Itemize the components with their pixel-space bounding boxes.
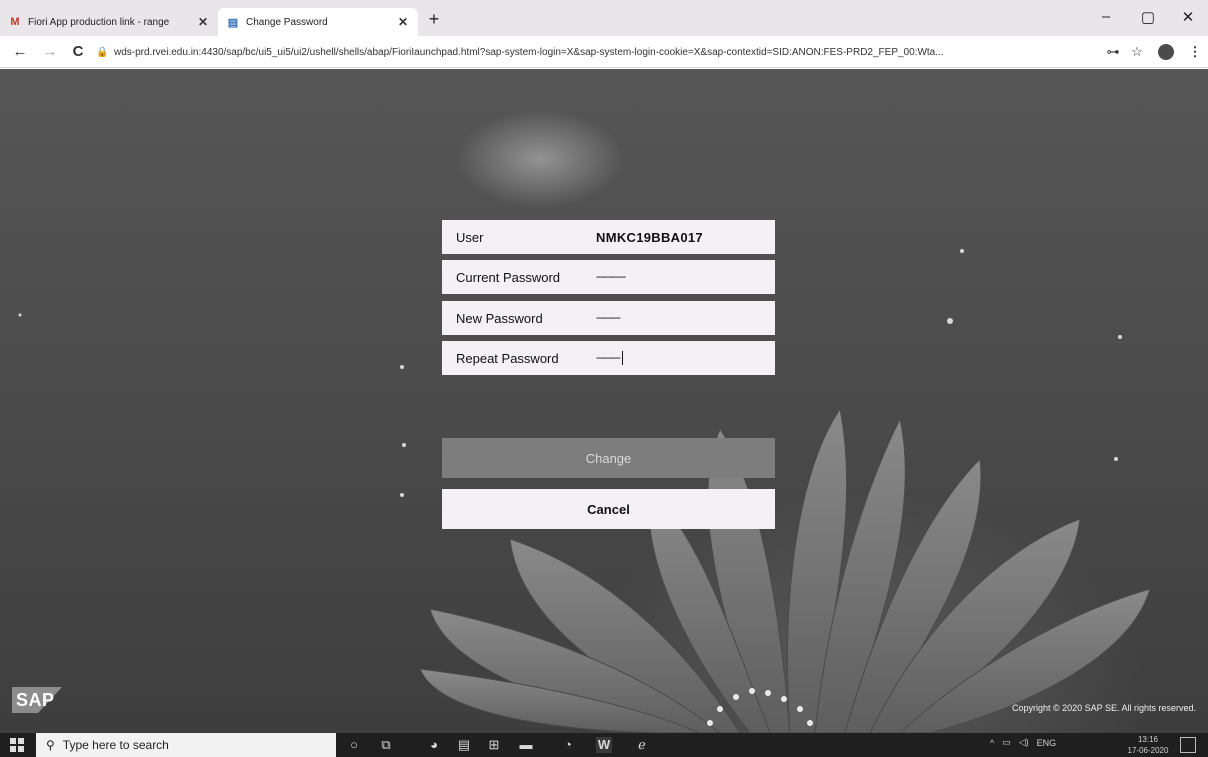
bookmark-star-icon[interactable]: ☆ <box>1128 43 1146 61</box>
address-bar[interactable]: 🔒 wds-prd.rvei.edu.in:4430/sap/bc/ui5_ui… <box>96 40 1026 64</box>
change-button[interactable]: Change <box>442 438 775 478</box>
edge-icon[interactable]: ℯ <box>634 737 650 753</box>
user-value: NMKC19BBA017 <box>596 229 703 245</box>
new-password-field[interactable]: New Password --------- <box>442 301 775 335</box>
volume-icon[interactable]: ◁) <box>1019 737 1029 748</box>
search-placeholder: Type here to search <box>62 738 169 752</box>
browser-toolbar: ← → C 🔒 wds-prd.rvei.edu.in:4430/sap/bc/… <box>0 36 1208 68</box>
repeat-password-field[interactable]: Repeat Password --------- <box>442 341 775 375</box>
clock-date: 17-06-2020 <box>1127 746 1169 755</box>
current-password-field[interactable]: Current Password ----------- <box>442 260 775 294</box>
taskbar-search-box[interactable]: ⚲ Type here to search <box>36 733 336 757</box>
repeat-password-label: Repeat Password <box>456 350 559 366</box>
current-password-input[interactable]: ----------- <box>596 271 775 283</box>
chrome-icon[interactable]: ◕ <box>426 737 442 753</box>
language-icon[interactable]: ENG <box>1037 738 1057 748</box>
calculator-icon[interactable]: ▤ <box>456 737 472 753</box>
page-viewport: User NMKC19BBA017 Current Password -----… <box>0 69 1208 733</box>
tab-title: Fiori App production link - range <box>28 16 170 28</box>
new-tab-button[interactable]: + <box>424 10 444 30</box>
lock-icon: 🔒 <box>96 46 109 58</box>
current-password-label: Current Password <box>456 269 561 285</box>
chevron-up-icon[interactable]: ^ <box>990 738 994 748</box>
copyright-text: Copyright © 2020 SAP SE. All rights rese… <box>1011 703 1196 713</box>
explorer-icon[interactable]: ▬ <box>518 737 534 753</box>
tab-change-password[interactable]: ▤ Change Password ✕ <box>218 8 418 36</box>
firefox-icon[interactable]: ◔ <box>560 737 576 753</box>
search-icon: ⚲ <box>46 738 55 752</box>
network-icon[interactable]: ▭ <box>1002 737 1011 748</box>
cortana-icon[interactable]: ○ <box>346 737 362 753</box>
tab-title: Change Password <box>246 16 328 28</box>
new-password-label: New Password <box>456 310 543 326</box>
task-view-icon[interactable]: ⧉ <box>378 737 394 753</box>
sap-logo-text: SAP <box>16 689 55 710</box>
minimize-button[interactable]: – <box>1086 8 1126 30</box>
user-label: User <box>456 229 484 245</box>
notification-icon[interactable] <box>1180 737 1196 753</box>
close-icon[interactable]: ✕ <box>396 15 410 29</box>
user-row: User NMKC19BBA017 <box>442 220 775 254</box>
system-tray[interactable]: ^ ▭ ◁) ENG <box>990 737 1056 748</box>
key-icon[interactable]: ⊶ <box>1104 43 1122 61</box>
tab-fiori-app[interactable]: M Fiori App production link - range ✕ <box>0 8 218 36</box>
windows-start-icon[interactable] <box>10 738 24 752</box>
windows-taskbar: ⚲ Type here to search ○ ⧉ ◕ ▤ ⊞ ▬ ◔ W ℯ … <box>0 733 1208 757</box>
browser-tab-strip: M Fiori App production link - range ✕ ▤ … <box>0 0 1208 36</box>
url-text: wds-prd.rvei.edu.in:4430/sap/bc/ui5_ui5/… <box>114 46 944 58</box>
taskbar-clock[interactable]: 13:16 17-06-2020 <box>1126 734 1170 756</box>
profile-avatar[interactable] <box>1158 44 1174 60</box>
word-icon[interactable]: W <box>596 737 612 753</box>
menu-icon[interactable]: ⋮ <box>1186 43 1204 61</box>
forward-button[interactable]: → <box>40 42 60 62</box>
page-icon: ▤ <box>227 16 239 29</box>
flower-background-image <box>18 249 1151 733</box>
gmail-icon: M <box>10 16 20 28</box>
cancel-button[interactable]: Cancel <box>442 489 775 529</box>
store-icon[interactable]: ⊞ <box>486 737 502 753</box>
text-caret <box>621 351 623 365</box>
close-window-button[interactable]: ✕ <box>1168 8 1208 30</box>
repeat-password-input[interactable]: --------- <box>596 351 775 365</box>
back-button[interactable]: ← <box>10 42 30 62</box>
new-password-input[interactable]: --------- <box>596 312 775 324</box>
clock-time: 13:16 <box>1137 735 1159 744</box>
reload-button[interactable]: C <box>68 42 88 62</box>
close-icon[interactable]: ✕ <box>196 15 210 29</box>
maximize-button[interactable]: ▢ <box>1128 8 1168 30</box>
repeat-password-value: --------- <box>596 351 621 364</box>
sap-logo: SAP <box>12 687 62 713</box>
